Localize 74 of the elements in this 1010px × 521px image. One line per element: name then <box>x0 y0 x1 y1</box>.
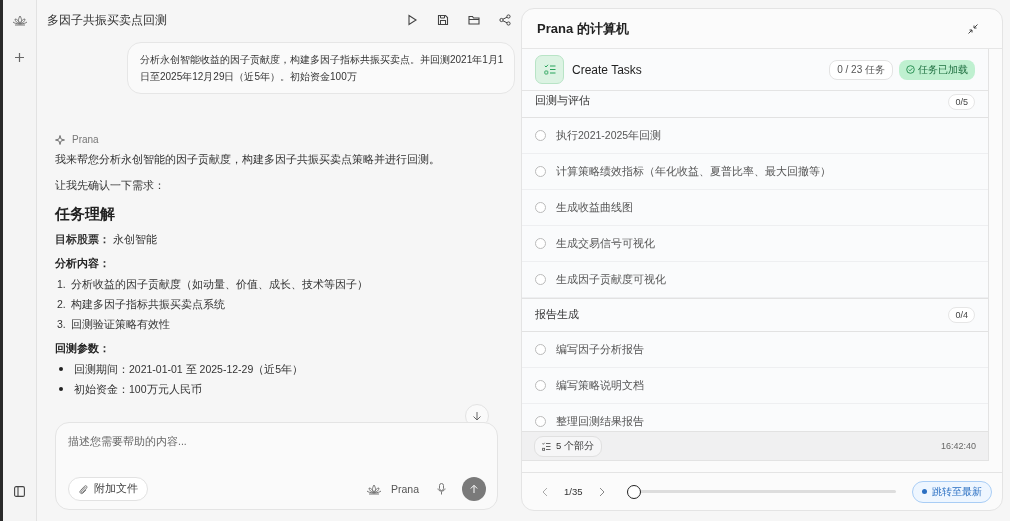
send-button[interactable] <box>462 477 486 501</box>
task-checkbox[interactable] <box>535 202 546 213</box>
task-checkbox[interactable] <box>535 380 546 391</box>
sparkle-icon <box>55 134 65 145</box>
task-checkbox[interactable] <box>535 274 546 285</box>
sections-count: 5 个部分 <box>534 435 602 457</box>
section-title: 回测与评估 <box>535 94 590 108</box>
task-checkbox[interactable] <box>535 238 546 249</box>
timestamp: 16:42:40 <box>940 441 976 451</box>
save-icon[interactable] <box>437 14 449 26</box>
checklist-icon <box>543 64 556 75</box>
task-text: 生成交易信号可视化 <box>556 236 655 251</box>
message-input[interactable]: 描述您需要帮助的内容... 附加文件 Prana <box>55 422 498 510</box>
up-arrow-icon <box>469 484 479 494</box>
task-text: 生成因子贡献度可视化 <box>556 272 666 287</box>
list-item-text: 回测期间：2021-01-01 至 2025-12-29（近5年） <box>74 362 304 376</box>
chat-title: 多因子共振买卖点回测 <box>47 11 167 29</box>
folder-icon[interactable] <box>468 14 480 26</box>
bullet-icon <box>59 367 63 371</box>
task-text: 编写策略说明文档 <box>556 378 644 393</box>
message-paragraph: 我来帮您分析永创智能的因子贡献度，构建多因子共振买卖点策略并进行回测。 <box>55 152 441 166</box>
list-number: 3. <box>57 317 65 331</box>
sidebar-toggle-icon[interactable] <box>14 486 25 497</box>
user-message: 分析永创智能收益的因子贡献度，构建多因子指标共振买卖点。并回测2021年1月1日至2025年12月29日（近5年）。初始资金100万 <box>127 42 515 94</box>
task-text: 执行2021-2025年回测 <box>556 128 662 143</box>
message-paragraph: 目标股票： 永创智能 <box>55 232 158 246</box>
task-text: 编写因子分析报告 <box>556 342 644 357</box>
task-text: 计算策略绩效指标（年化收益、夏普比率、最大回撤等） <box>556 164 831 179</box>
tool-name: Create Tasks <box>572 62 642 77</box>
timeline-slider[interactable] <box>626 484 896 499</box>
task-checkbox[interactable] <box>535 344 546 355</box>
lotus-icon <box>365 482 382 496</box>
section-title: 报告生成 <box>535 308 579 322</box>
task-text: 生成收益曲线图 <box>556 200 633 215</box>
message-paragraph: 让我先确认一下需求： <box>55 178 166 192</box>
task-checkbox[interactable] <box>535 416 546 427</box>
assistant-name: Prana <box>72 134 99 145</box>
list-number: 2. <box>57 297 65 311</box>
previous-icon[interactable] <box>542 486 548 497</box>
panel-title: Prana 的计算机 <box>537 19 629 38</box>
list-item-text: 初始资金：100万元人民币 <box>74 382 202 396</box>
slider-thumb[interactable] <box>626 484 641 499</box>
paperclip-icon <box>78 483 88 495</box>
microphone-icon[interactable] <box>437 483 446 495</box>
attach-file-button[interactable]: 附加文件 <box>68 477 148 501</box>
task-count: 0 / 23 任务 <box>829 59 893 80</box>
list-icon <box>542 441 551 451</box>
step-position: 1/35 <box>564 486 583 497</box>
section-count: 0/5 <box>948 94 975 110</box>
section-label: 回测参数： <box>55 341 111 355</box>
collapse-icon[interactable] <box>968 23 978 34</box>
live-dot-icon <box>922 489 927 494</box>
list-item-text: 回测验证策略有效性 <box>71 317 170 331</box>
section-heading: 任务理解 <box>55 205 116 223</box>
next-icon[interactable] <box>598 486 605 497</box>
share-icon[interactable] <box>499 14 511 26</box>
new-chat-icon[interactable] <box>14 52 25 63</box>
list-item-text: 构建多因子指标共振买卖点系统 <box>71 297 225 311</box>
check-circle-icon <box>906 65 915 74</box>
scroll-down-button[interactable] <box>465 404 489 422</box>
bullet-icon <box>59 387 63 391</box>
list-item-text: 分析收益的因子贡献度（如动量、价值、成长、技术等因子） <box>71 277 368 291</box>
status-badge: 任务已加载 <box>899 59 975 80</box>
task-checkbox[interactable] <box>535 166 546 177</box>
list-number: 1. <box>57 277 65 291</box>
jump-to-latest-button[interactable]: 跳转至最新 <box>912 480 992 503</box>
down-arrow-icon <box>472 411 482 421</box>
logo-icon <box>11 13 28 27</box>
model-selector[interactable]: Prana <box>365 482 427 496</box>
play-icon[interactable] <box>406 14 418 26</box>
task-checkbox[interactable] <box>535 130 546 141</box>
section-count: 0/4 <box>948 307 975 323</box>
section-label: 分析内容： <box>55 256 111 270</box>
task-text: 整理回测结果报告 <box>556 414 644 429</box>
